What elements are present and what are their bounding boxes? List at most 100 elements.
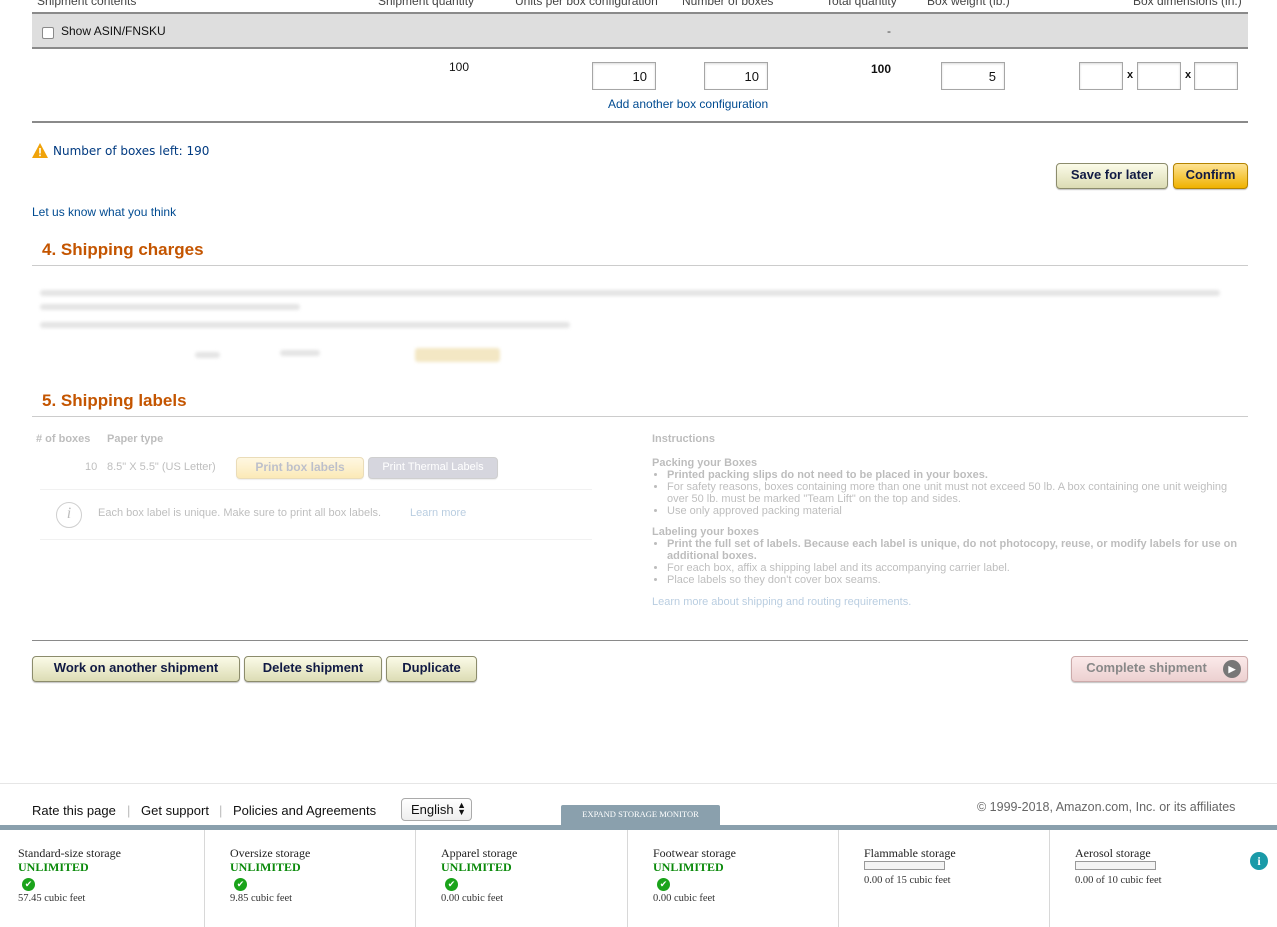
storage-status: UNLIMITED xyxy=(18,860,89,874)
col-total-quantity: Total quantity xyxy=(826,0,897,8)
table-header: Shipment contents Shipment quantity Unit… xyxy=(32,0,1248,12)
col-number-of-boxes: Number of boxes xyxy=(682,0,774,8)
policies-link[interactable]: Policies and Agreements xyxy=(233,803,376,818)
get-support-link[interactable]: Get support xyxy=(141,803,209,818)
packing-item: Use only approved packing material xyxy=(667,505,1248,517)
language-select[interactable]: English ▲ ▼ xyxy=(401,798,472,821)
footer-sep: | xyxy=(219,803,223,818)
paper-type-value: 8.5" X 5.5" (US Letter) xyxy=(107,461,216,473)
labels-divider-bottom xyxy=(40,539,592,540)
col-box-dimensions: Box dimensions (in.) xyxy=(1133,0,1242,8)
storage-aerosol: Aerosol storage 0.00 of 10 cubic feet xyxy=(1049,830,1277,927)
col-shipment-quantity: Shipment quantity xyxy=(378,0,475,8)
routing-requirements-link[interactable]: Learn more about shipping and routing re… xyxy=(652,596,1248,608)
storage-status: UNLIMITED xyxy=(441,860,512,874)
storage-usage-bar xyxy=(1075,861,1156,870)
storage-oversize: Oversize storage UNLIMITED ✔ 9.85 cubic … xyxy=(204,830,415,927)
arrow-right-icon: ▶ xyxy=(1223,660,1241,678)
labeling-title: Labeling your boxes xyxy=(652,526,759,538)
print-thermal-labels-button[interactable]: Print Thermal Labels xyxy=(368,457,498,479)
box-height-input[interactable] xyxy=(1194,62,1238,90)
labeling-item: Print the full set of labels. Because ea… xyxy=(667,538,1248,562)
col-num-boxes: # of boxes xyxy=(36,433,91,445)
box-width-input[interactable] xyxy=(1137,62,1181,90)
delete-shipment-button[interactable]: Delete shipment xyxy=(244,656,382,682)
expand-storage-monitor-tab[interactable]: EXPAND STORAGE MONITOR xyxy=(561,805,720,825)
labeling-item: For each box, affix a shipping label and… xyxy=(667,562,1248,574)
box-weight-input[interactable]: 5 xyxy=(941,62,1005,90)
complete-shipment-button[interactable]: Complete shipment ▶ xyxy=(1071,656,1248,682)
storage-title: Flammable storage xyxy=(864,846,956,860)
check-icon: ✔ xyxy=(234,878,247,891)
rate-page-link[interactable]: Rate this page xyxy=(32,803,116,818)
shipment-quantity-value: 100 xyxy=(449,60,470,74)
shipping-charges-heading: 4. Shipping charges xyxy=(42,240,204,259)
units-per-box-input[interactable]: 10 xyxy=(592,62,656,90)
save-for-later-button[interactable]: Save for later xyxy=(1056,163,1168,189)
updown-arrows-icon: ▲ ▼ xyxy=(457,800,466,817)
storage-value: 0.00 of 10 cubic feet xyxy=(1075,875,1162,886)
boxes-left-text: Number of boxes left: 190 xyxy=(53,144,210,158)
storage-standard: Standard-size storage UNLIMITED ✔ 57.45 … xyxy=(18,830,204,927)
storage-title: Oversize storage xyxy=(230,846,311,860)
info-icon: i xyxy=(56,502,82,528)
col-paper-type: Paper type xyxy=(107,433,164,445)
table-bottom-divider xyxy=(32,121,1248,123)
storage-title: Apparel storage xyxy=(441,846,518,860)
storage-status: UNLIMITED xyxy=(230,860,301,874)
box-length-input[interactable] xyxy=(1079,62,1123,90)
storage-apparel: Apparel storage UNLIMITED ✔ 0.00 cubic f… xyxy=(415,830,627,927)
storage-usage-bar xyxy=(864,861,945,870)
dim-separator: x xyxy=(1185,69,1192,81)
storage-info-icon[interactable]: i xyxy=(1250,852,1268,870)
actions-divider xyxy=(32,640,1248,641)
label-unique-text: Each box label is unique. Make sure to p… xyxy=(98,507,382,519)
instructions-panel: Instructions Packing your Boxes Printed … xyxy=(652,433,1248,608)
storage-status: UNLIMITED xyxy=(653,860,724,874)
storage-monitor: Standard-size storage UNLIMITED ✔ 57.45 … xyxy=(0,825,1277,927)
packing-title: Packing your Boxes xyxy=(652,457,758,469)
storage-title: Aerosol storage xyxy=(1075,846,1151,860)
total-quantity-value: 100 xyxy=(871,62,892,76)
asin-toggle-row: Show ASIN/FNSKU - xyxy=(32,12,1248,49)
footer-divider xyxy=(0,783,1277,784)
work-another-shipment-button[interactable]: Work on another shipment xyxy=(32,656,240,682)
packing-item: Printed packing slips do not need to be … xyxy=(667,469,1248,481)
num-boxes-value: 10 xyxy=(85,461,98,473)
show-asin-label: Show ASIN/FNSKU xyxy=(61,24,166,38)
storage-value: 0.00 cubic feet xyxy=(441,893,504,904)
confirm-button[interactable]: Confirm xyxy=(1173,163,1248,189)
duplicate-button[interactable]: Duplicate xyxy=(386,656,477,682)
col-shipment-contents: Shipment contents xyxy=(37,0,137,8)
storage-value: 57.45 cubic feet xyxy=(18,893,86,904)
check-icon: ✔ xyxy=(22,878,35,891)
storage-title: Footwear storage xyxy=(653,846,736,860)
copyright-text: © 1999-2018, Amazon.com, Inc. or its aff… xyxy=(977,800,1236,814)
section4-divider xyxy=(32,265,1248,266)
number-of-boxes-input[interactable]: 10 xyxy=(704,62,768,90)
col-box-weight: Box weight (lb.) xyxy=(927,0,1010,8)
section5-divider xyxy=(32,416,1248,417)
learn-more-link[interactable]: Learn more xyxy=(410,507,466,519)
storage-value: 9.85 cubic feet xyxy=(230,893,293,904)
instructions-title: Instructions xyxy=(652,433,715,445)
packing-item: For safety reasons, boxes containing mor… xyxy=(667,481,1248,505)
dim-separator: x xyxy=(1127,69,1134,81)
labels-divider-top xyxy=(40,489,592,490)
storage-title: Standard-size storage xyxy=(18,846,121,860)
check-icon: ✔ xyxy=(657,878,670,891)
storage-value: 0.00 cubic feet xyxy=(653,893,716,904)
print-box-labels-button[interactable]: Print box labels xyxy=(236,457,364,479)
feedback-link[interactable]: Let us know what you think xyxy=(32,205,176,219)
gray-row-dash: - xyxy=(887,24,891,38)
col-units-per-box: Units per box configuration xyxy=(515,0,658,8)
storage-value: 0.00 of 15 cubic feet xyxy=(864,875,951,886)
footer-sep: | xyxy=(127,803,131,818)
storage-flammable: Flammable storage 0.00 of 15 cubic feet xyxy=(838,830,1049,927)
warning-icon xyxy=(32,143,48,158)
complete-shipment-label: Complete shipment xyxy=(1086,660,1207,675)
storage-footwear: Footwear storage UNLIMITED ✔ 0.00 cubic … xyxy=(627,830,838,927)
show-asin-checkbox[interactable] xyxy=(42,27,54,39)
labeling-item: Place labels so they don't cover box sea… xyxy=(667,574,1248,586)
add-box-config-link[interactable]: Add another box configuration xyxy=(608,97,768,111)
